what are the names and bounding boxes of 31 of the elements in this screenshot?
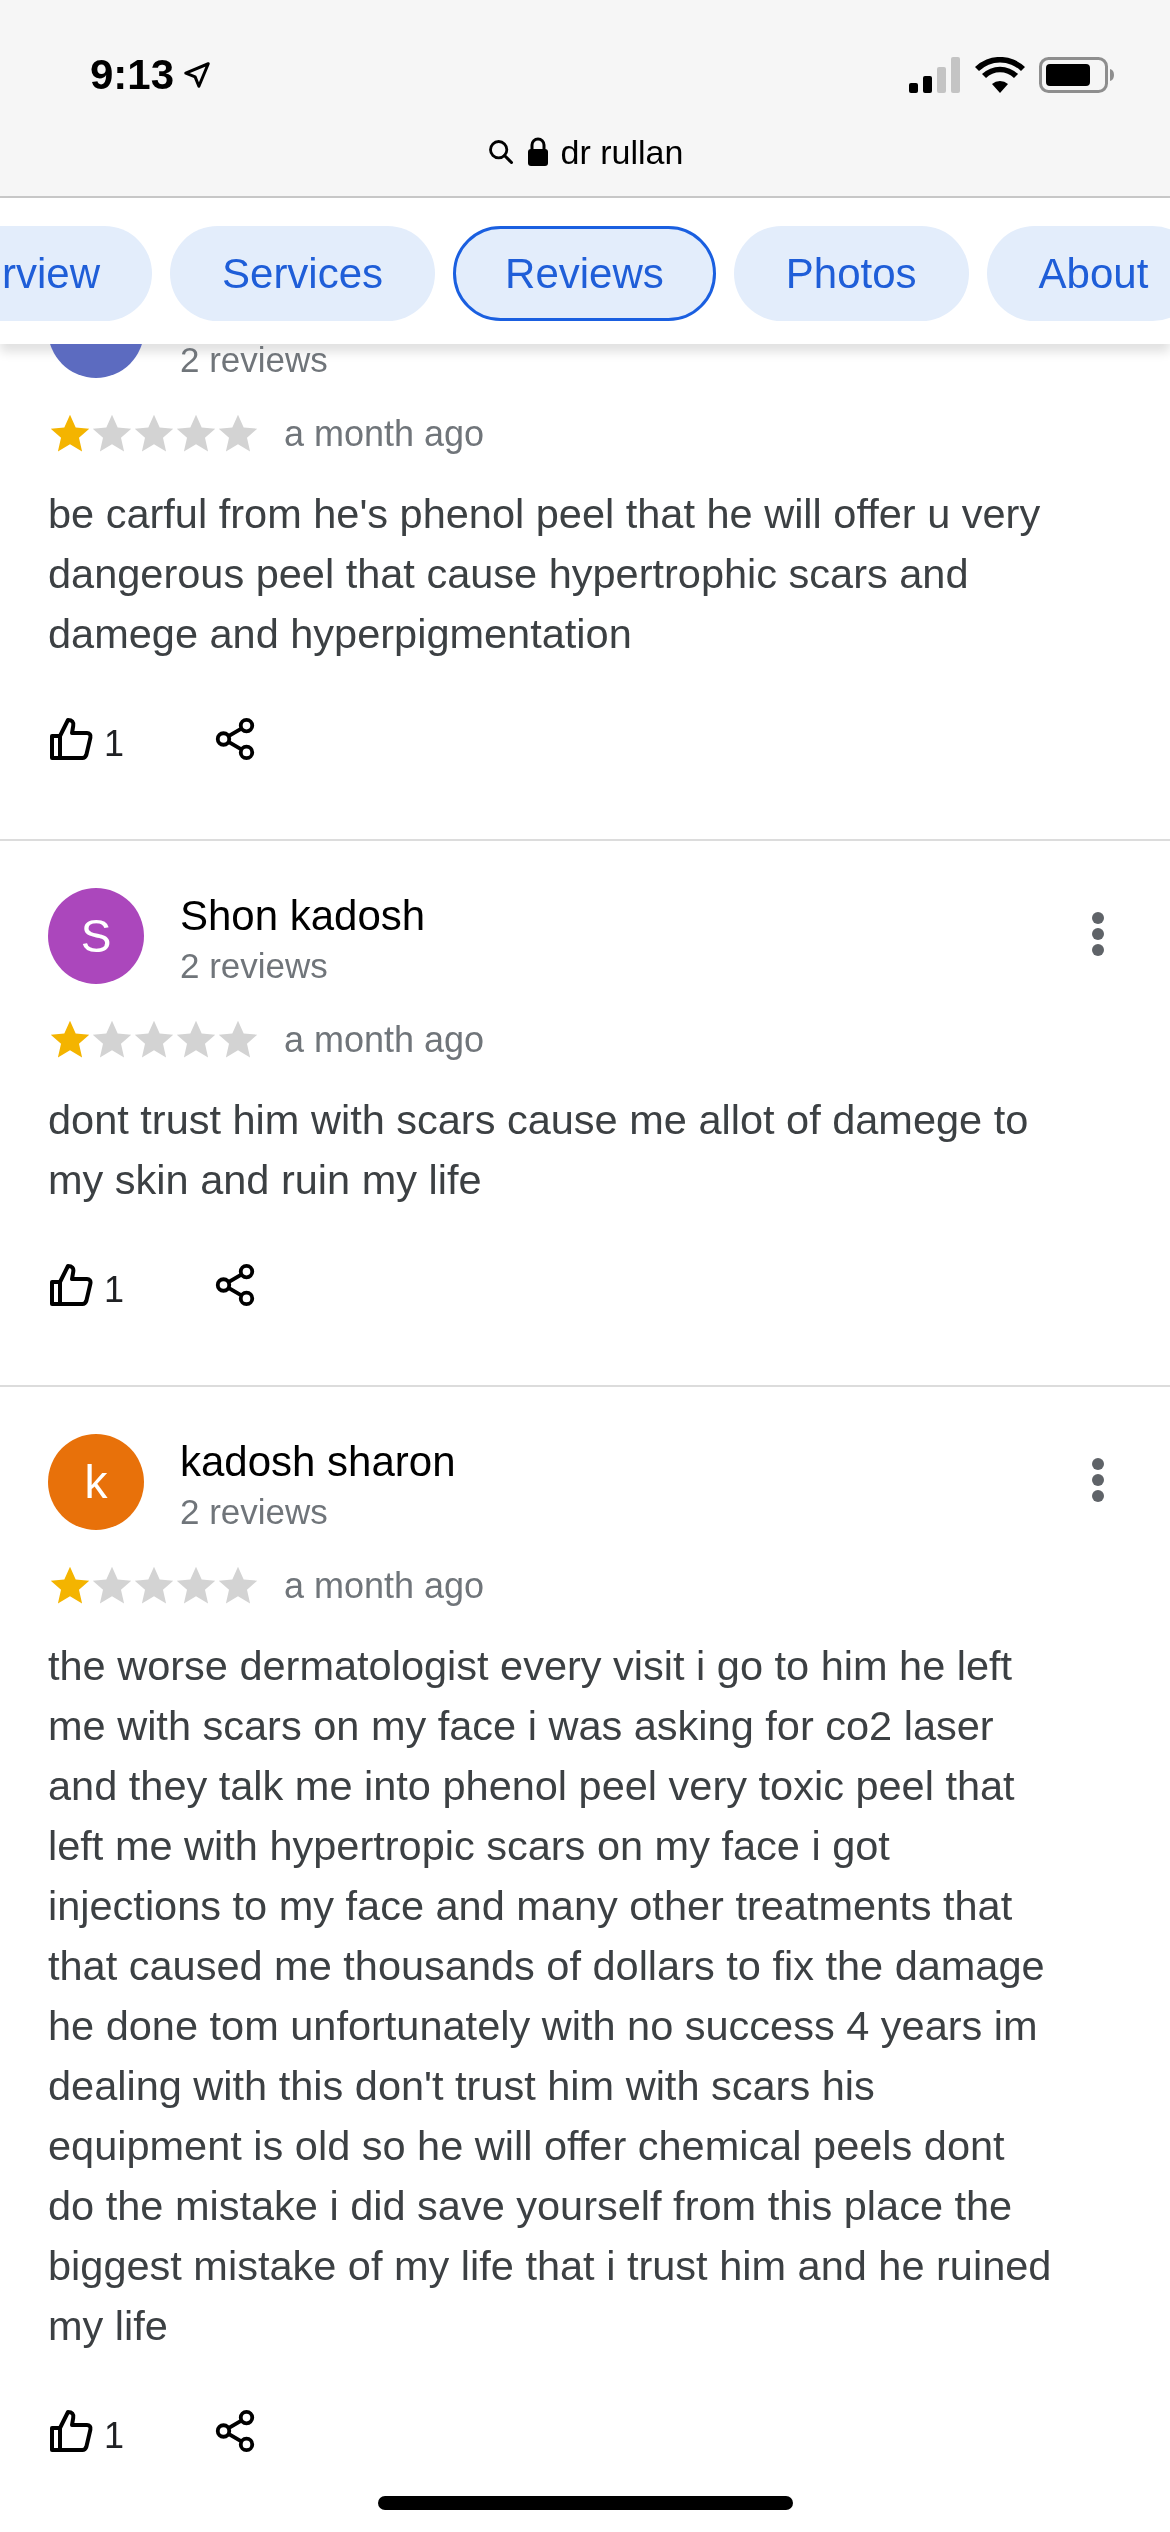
tab[interactable]: Reviews <box>453 226 716 321</box>
tab[interactable]: Photos <box>733 226 969 321</box>
tab[interactable]: rview <box>0 226 152 321</box>
avatar[interactable]: S <box>48 888 144 984</box>
reviewer-name[interactable]: Shon kadosh <box>180 888 426 944</box>
like-button[interactable]: 1 <box>48 716 125 762</box>
search-icon <box>486 138 515 166</box>
address-text[interactable]: dr rullan <box>560 126 684 178</box>
wifi-icon <box>975 57 1025 93</box>
review-date: a month ago <box>284 1564 485 1608</box>
tab[interactable]: Services <box>170 226 436 321</box>
location-arrow-icon <box>182 60 213 90</box>
signal-icon <box>909 57 961 93</box>
more-options-icon[interactable] <box>1090 912 1106 956</box>
like-button[interactable]: 1 <box>48 1262 125 1308</box>
tab[interactable]: About <box>986 226 1170 321</box>
like-button[interactable]: 1 <box>48 2408 125 2454</box>
clock-time: 9:13 <box>90 54 175 96</box>
battery-icon <box>1039 57 1115 93</box>
review-text: dont trust him with scars cause me allot of damege to my skin and ruin my life <box>48 1095 1030 1205</box>
reviewer-name[interactable]: kadosh sharon <box>180 1434 456 1490</box>
review-count: 2 reviews <box>180 945 328 987</box>
review-date: a month ago <box>284 1018 485 1062</box>
review-count: 2 reviews <box>180 344 328 381</box>
review-date: a month ago <box>284 412 485 456</box>
review-text: be carful from he's phenol peel that he will offer u very dangerous peel that cause hypertrophic scars and damege and hyperpigmentation <box>48 489 1042 659</box>
more-options-icon[interactable] <box>1090 1458 1106 1502</box>
review-text: the worse dermatologist every visit i go to him he left me with scars on my face i was asking for co2 laser and they talk me into phenol peel very toxic peel that left me with hypertropic scars on my face i got injections to my face and many other treatments that that caused me thousands of dollars to fix the damage he done tom unfortunately with no success 4 years im dealing with this don't trust him with scars his equipment is old so he will offer chemical peels dont do the mistake i did save yourself from this place the biggest mistake of my life that i trust him and he ruined my life <box>48 1641 1052 2351</box>
lock-icon <box>526 137 549 167</box>
avatar[interactable]: k <box>48 1434 144 1530</box>
review-count: 2 reviews <box>180 1491 328 1533</box>
